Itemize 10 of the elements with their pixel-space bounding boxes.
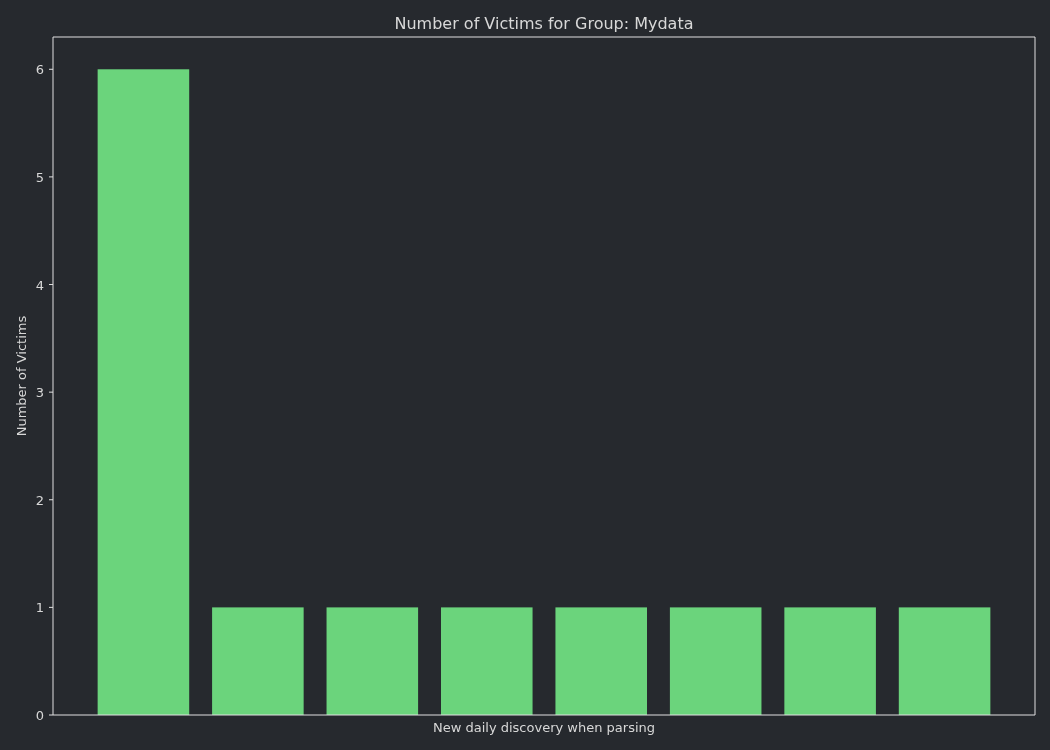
y-tick-label: 6 [35, 62, 44, 78]
y-tick-label: 1 [35, 600, 44, 616]
y-tick-label: 4 [35, 277, 44, 293]
y-tick-label: 5 [35, 169, 44, 185]
y-axis-label: Number of Victims [14, 315, 29, 437]
y-tick-label: 3 [35, 385, 44, 401]
y-tick-label: 2 [35, 492, 44, 508]
y-tick-label: 0 [35, 708, 44, 723]
x-axis-label: New daily discovery when parsing [433, 720, 655, 735]
chart-title: Number of Victims for Group: Mydata [394, 14, 694, 33]
